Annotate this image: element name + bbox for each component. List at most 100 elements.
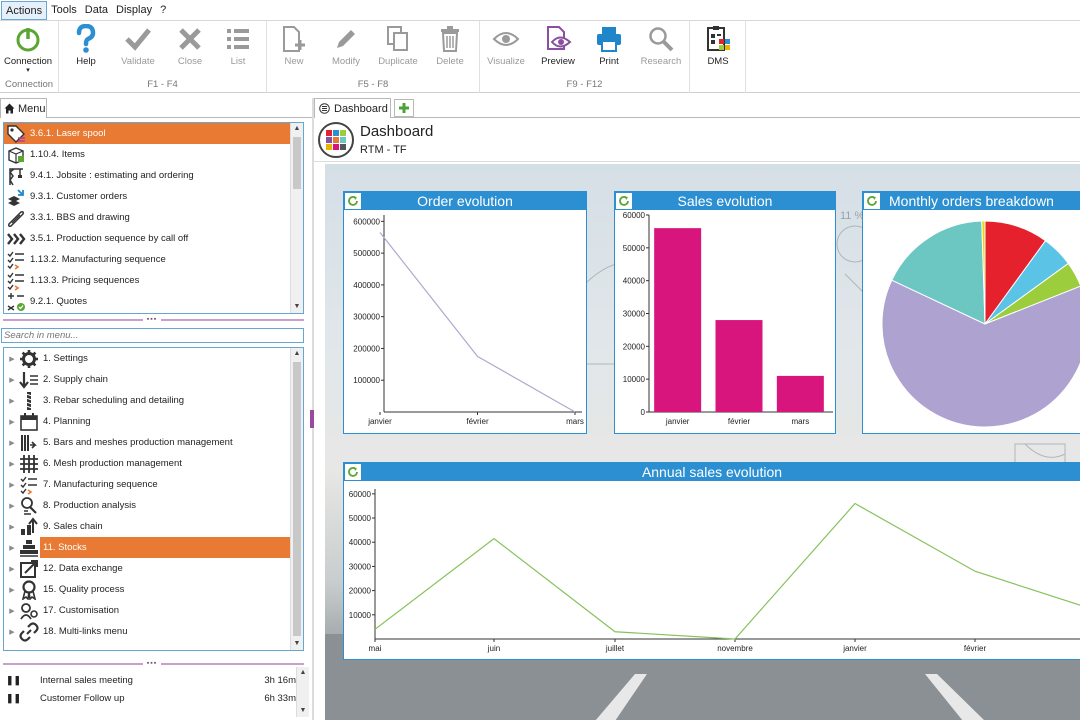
research-button[interactable]: Research	[636, 23, 686, 67]
ribbon-group-label: F1 - F4	[147, 79, 178, 90]
expand-arrow-icon[interactable]: ▶	[6, 376, 18, 384]
exchange-icon	[18, 559, 40, 579]
list-item[interactable]: 1.13.3. Pricing sequences	[4, 270, 303, 291]
tree-item-settings[interactable]: ▶ 1. Settings	[4, 348, 303, 369]
tree-item-multi-links[interactable]: ▶ 18. Multi-links menu	[4, 621, 303, 642]
scroll-thumb[interactable]	[293, 137, 301, 189]
page-title: Dashboard	[360, 123, 434, 140]
sales-evolution-chart: 0 10000 20000 30000 40000 50000 60000 janvier fé…	[623, 211, 833, 426]
delete-button[interactable]: Delete	[425, 23, 475, 67]
tree-item-mesh[interactable]: ▶ 6. Mesh production management	[4, 453, 303, 474]
tree-item-label: 15. Quality process	[43, 584, 125, 595]
print-button[interactable]: Print	[584, 23, 634, 67]
list-item[interactable]: 3.3.1. BBS and drawing	[4, 207, 303, 228]
list-item[interactable]: 9.2.1. Quotes	[4, 291, 303, 312]
modify-button[interactable]: Modify	[321, 23, 371, 67]
expand-arrow-icon[interactable]: ▶	[6, 460, 18, 468]
task-row[interactable]: ❚❚ Internal sales meeting 3h 16m	[3, 671, 296, 689]
expand-arrow-icon[interactable]: ▶	[6, 544, 18, 552]
tree-item-stocks[interactable]: ▶ 11. Stocks	[4, 537, 303, 558]
list-item-label: 3.5.1. Production sequence by call off	[30, 233, 189, 244]
search-menu-input[interactable]	[1, 328, 304, 343]
help-button[interactable]: Help	[61, 23, 111, 67]
task-row[interactable]: ❚❚ Customer Follow up 6h 33m	[3, 689, 296, 707]
list-button[interactable]: List	[213, 23, 263, 67]
list-item[interactable]: 1.13.2. Manufacturing sequence	[4, 249, 303, 270]
preview-button[interactable]: Preview	[533, 23, 583, 67]
dashboard-panel: Dashboard RTM - TF 11 % Order evolution …	[314, 117, 1080, 720]
expand-arrow-icon[interactable]: ▶	[6, 565, 18, 573]
expand-arrow-icon[interactable]: ▶	[6, 586, 18, 594]
y-tick-label: 500000	[353, 249, 380, 258]
scroll-down-icon[interactable]: ▼	[291, 638, 303, 650]
refresh-icon[interactable]	[615, 192, 633, 210]
scroll-down-icon[interactable]: ▼	[291, 301, 303, 313]
expand-arrow-icon[interactable]: ▶	[6, 418, 18, 426]
series-line	[374, 502, 1080, 640]
x-tick-label: juin	[487, 644, 500, 653]
refresh-icon[interactable]	[344, 463, 362, 481]
tree-item-rebar[interactable]: ▶ 3. Rebar scheduling and detailing	[4, 390, 303, 411]
expand-arrow-icon[interactable]: ▶	[6, 502, 18, 510]
connection-button[interactable]: Connection ▾	[3, 23, 53, 75]
ribbon-toolbar: Connection ▾ Connection Help Validate Cl…	[0, 21, 1080, 93]
connection-dropdown-icon[interactable]: ▾	[3, 67, 53, 75]
y-tick-label: 0	[641, 408, 646, 417]
list-item[interactable]: 1.10.4. Items	[4, 144, 303, 165]
list-item[interactable]: 9.3.1. Customer orders	[4, 186, 303, 207]
pause-icon[interactable]: ❚❚	[6, 675, 21, 686]
scroll-thumb[interactable]	[293, 362, 301, 636]
gear-icon	[18, 349, 40, 369]
tree-item-sales-chain[interactable]: ▶ 9. Sales chain	[4, 516, 303, 537]
expand-arrow-icon[interactable]: ▶	[6, 481, 18, 489]
splitter-grip-icon[interactable]: ▪▪▪	[143, 316, 161, 323]
tree-item-manufacturing[interactable]: ▶ 7. Manufacturing sequence	[4, 474, 303, 495]
validate-button[interactable]: Validate	[113, 23, 163, 67]
ribbon-group-dms: DMS	[690, 21, 746, 93]
expand-arrow-icon[interactable]: ▶	[6, 439, 18, 447]
refresh-icon[interactable]	[344, 192, 362, 210]
expand-arrow-icon[interactable]: ▶	[6, 355, 18, 363]
refresh-icon[interactable]	[863, 192, 881, 210]
expand-arrow-icon[interactable]: ▶	[6, 607, 18, 615]
tasks-scrollbar[interactable]: ▲ ▼	[296, 667, 309, 717]
tree-item-production-analysis[interactable]: ▶ 8. Production analysis	[4, 495, 303, 516]
check-icon	[113, 23, 163, 55]
y-tick-label: 100000	[353, 376, 380, 385]
list-item[interactable]: 3.5.1. Production sequence by call off	[4, 228, 303, 249]
tree-item-data-exchange[interactable]: ▶ 12. Data exchange	[4, 558, 303, 579]
scroll-up-icon[interactable]: ▲	[291, 348, 303, 360]
tab-menu[interactable]: Menu	[0, 98, 47, 118]
tree-item-quality[interactable]: ▶ 15. Quality process	[4, 579, 303, 600]
list-item[interactable]: 9.4.1. Jobsite : estimating and ordering	[4, 165, 303, 186]
tree-item-customisation[interactable]: ▶ 17. Customisation	[4, 600, 303, 621]
menu-tools[interactable]: Tools	[47, 1, 81, 20]
tree-item-label: 18. Multi-links menu	[43, 626, 128, 637]
recent-list-scrollbar[interactable]: ▲ ▼	[290, 123, 303, 313]
dms-button[interactable]: DMS	[693, 23, 743, 67]
list-item[interactable]: 3.6.1. Laser spool	[4, 123, 303, 144]
tree-item-planning[interactable]: ▶ 4. Planning	[4, 411, 303, 432]
expand-arrow-icon[interactable]: ▶	[6, 523, 18, 531]
expand-arrow-icon[interactable]: ▶	[6, 397, 18, 405]
tree-item-supply-chain[interactable]: ▶ 2. Supply chain	[4, 369, 303, 390]
menu-data[interactable]: Data	[81, 1, 112, 20]
splitter-grip-icon[interactable]: ▪▪▪	[143, 660, 161, 667]
tree-item-bars-meshes[interactable]: ▶ 5. Bars and meshes production manageme…	[4, 432, 303, 453]
expand-arrow-icon[interactable]: ▶	[6, 628, 18, 636]
new-button[interactable]: New	[269, 23, 319, 67]
scroll-down-icon[interactable]: ▼	[297, 705, 309, 717]
close-button[interactable]: Close	[165, 23, 215, 67]
menu-actions[interactable]: Actions	[1, 0, 48, 20]
tab-dashboard[interactable]: Dashboard	[314, 98, 391, 118]
tree-scrollbar[interactable]: ▲ ▼	[290, 348, 303, 650]
scroll-up-icon[interactable]: ▲	[297, 667, 309, 679]
visualize-button[interactable]: Visualize	[481, 23, 531, 67]
add-tab-button[interactable]	[394, 99, 414, 117]
menu-help[interactable]: ?	[156, 1, 170, 20]
pause-icon[interactable]: ❚❚	[6, 693, 21, 704]
laser-spool-icon	[5, 124, 27, 144]
duplicate-button[interactable]: Duplicate	[373, 23, 423, 67]
scroll-up-icon[interactable]: ▲	[291, 123, 303, 135]
menu-display[interactable]: Display	[112, 1, 156, 20]
